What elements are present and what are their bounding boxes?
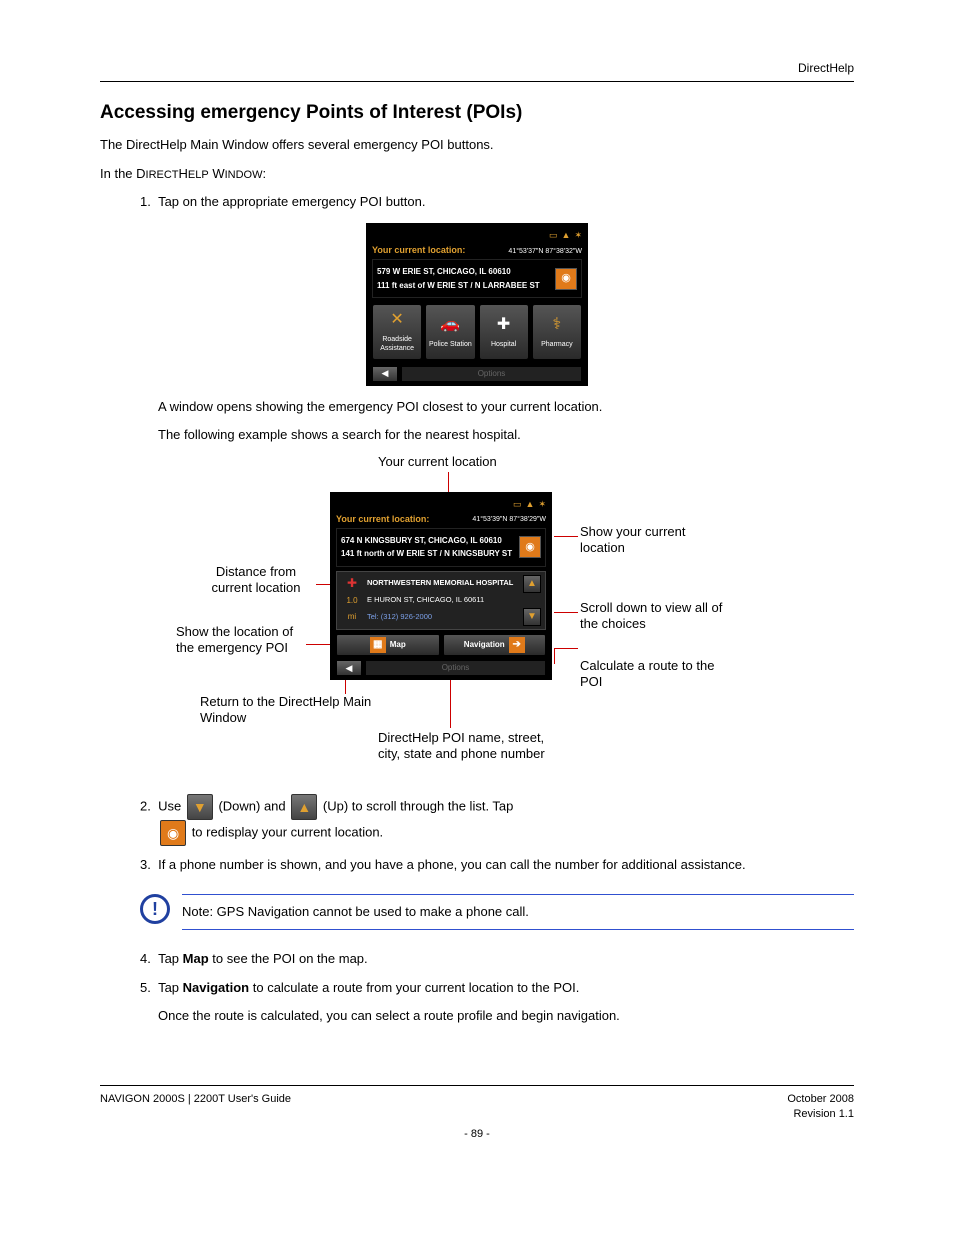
- locate-icon: ◉: [160, 820, 186, 846]
- device-screenshot-1: ▭ ▲ ✶ Your current location: 41°53'37"N …: [366, 223, 588, 386]
- poi-result: ✚ NORTHWESTERN MEMORIAL HOSPITAL ▲ 1.0 E…: [336, 571, 546, 630]
- navigation-button[interactable]: Navigation ➔: [443, 634, 547, 656]
- show-location-button[interactable]: ◉: [555, 268, 577, 290]
- arrow-right-icon: ➔: [509, 637, 525, 653]
- footer-revision: Revision 1.1: [787, 1107, 854, 1122]
- scroll-up-button[interactable]: ▲: [523, 575, 541, 593]
- page-number: - 89 -: [100, 1127, 854, 1142]
- intro-text: The DirectHelp Main Window offers severa…: [100, 136, 854, 154]
- step-5-cont: Once the route is calculated, you can se…: [158, 1007, 854, 1025]
- step-5: 5. Tap Navigation to calculate a route f…: [140, 979, 854, 997]
- callout-return: Return to the DirectHelp Main Window: [200, 694, 380, 725]
- up-icon: ▲: [291, 794, 317, 820]
- note-box: ! Note: GPS Navigation cannot be used to…: [140, 894, 854, 930]
- header-right: DirectHelp: [100, 60, 854, 77]
- page-footer: NAVIGON 2000S | 2200T User's Guide Octob…: [100, 1085, 854, 1123]
- show-location-button[interactable]: ◉: [519, 536, 541, 558]
- address-line-1: 579 W ERIE ST, CHICAGO, IL 60610: [377, 266, 551, 277]
- car-icon: 🚗: [440, 314, 460, 336]
- current-location-label: Your current location:: [372, 244, 465, 257]
- callout-show-poi: Show the location of the emergency POI: [176, 624, 306, 655]
- after-step1-a: A window opens showing the emergency POI…: [158, 398, 854, 416]
- back-button[interactable]: ◀: [336, 660, 362, 676]
- callout-distance: Distance from current location: [196, 564, 316, 595]
- rx-icon: ⚕: [553, 314, 562, 336]
- after-step1-b: The following example shows a search for…: [158, 426, 854, 444]
- poi-name: NORTHWESTERN MEMORIAL HOSPITAL: [367, 578, 519, 589]
- intro-text-2: In the DIRECTHELP WINDOW:: [100, 165, 854, 183]
- battery-icon: ▭: [513, 498, 522, 511]
- step-1: 1. Tap on the appropriate emergency POI …: [140, 193, 854, 211]
- step-3: 3. If a phone number is shown, and you h…: [140, 856, 854, 874]
- callout-poi-details: DirectHelp POI name, street, city, state…: [378, 730, 548, 761]
- address-line-2: 141 ft north of W ERIE ST / N KINGSBURY …: [341, 548, 515, 559]
- options-button[interactable]: Options: [365, 660, 546, 676]
- down-icon: ▼: [187, 794, 213, 820]
- poi-street: E HURON ST, CHICAGO, IL 60611: [367, 595, 519, 606]
- pharmacy-button[interactable]: ⚕ Pharmacy: [532, 304, 582, 360]
- warning-icon: ▲: [526, 498, 535, 511]
- coords-value: 41°53'37"N 87°38'32"W: [508, 247, 582, 257]
- callout-top: Your current location: [378, 454, 497, 470]
- info-icon: !: [140, 894, 170, 924]
- back-button[interactable]: ◀: [372, 366, 398, 382]
- map-button[interactable]: ▦ Map: [336, 634, 440, 656]
- battery-icon: ▭: [549, 229, 558, 242]
- callout-scroll: Scroll down to view all of the choices: [580, 600, 730, 631]
- address-line-2: 111 ft east of W ERIE ST / N LARRABEE ST: [377, 280, 551, 291]
- footer-left: NAVIGON 2000S | 2200T User's Guide: [100, 1092, 291, 1123]
- options-button[interactable]: Options: [401, 366, 582, 382]
- scroll-down-button[interactable]: ▼: [523, 608, 541, 626]
- note-text: Note: GPS Navigation cannot be used to m…: [182, 894, 854, 930]
- callout-route: Calculate a route to the POI: [580, 658, 730, 689]
- section-title: Accessing emergency Points of Interest (…: [100, 100, 854, 127]
- callout-show-current: Show your current location: [580, 524, 720, 555]
- wrench-icon: ✕: [390, 309, 403, 331]
- address-line-1: 674 N KINGSBURY ST, CHICAGO, IL 60610: [341, 535, 515, 546]
- step-2: 2. Use ▼ (Down) and ▲ (Up) to scroll thr…: [140, 794, 854, 846]
- step-4: 4. Tap Map to see the POI on the map.: [140, 950, 854, 968]
- signal-icon: ✶: [574, 229, 582, 242]
- cross-icon: ✚: [497, 314, 510, 336]
- warning-icon: ▲: [562, 229, 571, 242]
- distance-unit: mi: [341, 611, 363, 622]
- callout-diagram: Your current location Distance from curr…: [100, 454, 860, 784]
- roadside-assistance-button[interactable]: ✕ Roadside Assistance: [372, 304, 422, 360]
- poi-phone: Tel: (312) 926-2000: [367, 612, 519, 623]
- police-station-button[interactable]: 🚗 Police Station: [425, 304, 475, 360]
- hospital-button[interactable]: ✚ Hospital: [479, 304, 529, 360]
- coords-value: 41°53'39"N 87°38'29"W: [472, 515, 546, 525]
- hospital-cross-icon: ✚: [341, 575, 363, 592]
- distance-value: 1.0: [341, 595, 363, 606]
- footer-date: October 2008: [787, 1092, 854, 1107]
- device-screenshot-2: ▭ ▲ ✶ Your current location: 41°53'39"N …: [330, 492, 552, 680]
- map-icon: ▦: [370, 637, 386, 653]
- signal-icon: ✶: [538, 498, 546, 511]
- current-location-label: Your current location:: [336, 513, 429, 526]
- header-rule: [100, 81, 854, 82]
